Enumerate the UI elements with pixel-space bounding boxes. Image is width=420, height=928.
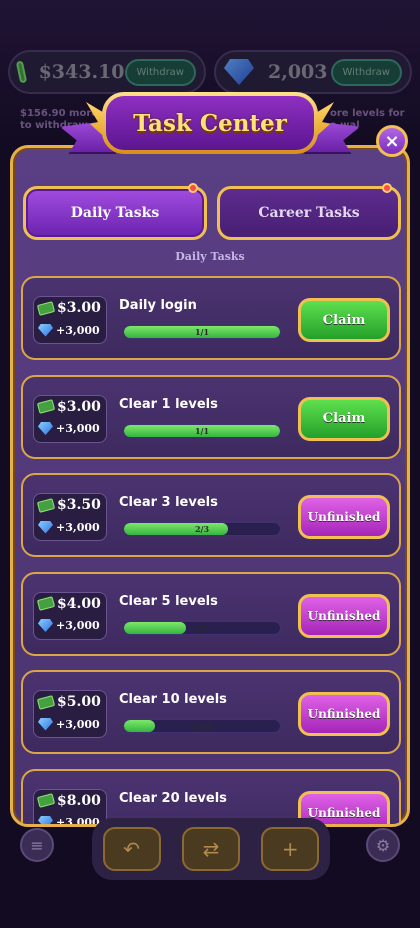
progress-bar: 2/5 (123, 620, 281, 635)
action-label: Unfinished (307, 707, 381, 721)
cash-icon (36, 497, 56, 513)
action-label: Unfinished (307, 805, 381, 820)
notification-dot (188, 183, 198, 193)
action-label: Unfinished (307, 608, 381, 623)
task-card: $3.00 +3,000 Daily login 1/1 Claim (21, 276, 401, 360)
gem-icon (38, 717, 53, 731)
gem-icon (38, 422, 53, 435)
gem-icon (38, 619, 53, 632)
progress-bar: 2/10 (123, 719, 281, 733)
tab-career-tasks[interactable]: Career Tasks (217, 183, 401, 240)
reward-gems: +3,000 (56, 619, 100, 632)
page-title: Task Center (133, 109, 287, 137)
action-label: Claim (322, 312, 366, 328)
section-label: Daily Tasks (175, 250, 245, 263)
banner-inner: Task Center (106, 96, 314, 150)
task-name: Clear 3 levels (119, 495, 218, 510)
tab-label: Daily Tasks (70, 205, 160, 221)
title-banner: Task Center (60, 88, 360, 168)
reward-box: $3.00 +3,000 (33, 296, 107, 344)
cash-icon (36, 793, 56, 808)
reward-cash: $5.00 (57, 694, 101, 710)
task-card: $3.00 +3,000 Clear 1 levels 1/1 Claim (21, 374, 401, 459)
progress-text: 2/5 (194, 622, 210, 633)
unfinished-button[interactable]: Unfinished (298, 692, 390, 736)
gem-withdraw-button: Withdraw (330, 58, 402, 86)
task-card: $3.50 +3,000 Clear 3 levels 2/3 Unfinished (21, 473, 401, 557)
shuffle-icon: ⇄ (181, 827, 240, 871)
reward-cash: $3.00 (57, 398, 101, 415)
reward-box: $3.00 +3,000 (33, 394, 107, 443)
gem-balance: 2,003 (268, 61, 328, 83)
cash-icon (36, 694, 56, 710)
cash-icon (36, 300, 56, 316)
menu-icon: ≡ (20, 828, 54, 862)
task-name: Clear 10 levels (119, 692, 227, 707)
tab-daily-tasks[interactable]: Daily Tasks (23, 183, 207, 240)
action-label: Unfinished (307, 510, 381, 524)
cash-icon (36, 399, 56, 414)
task-name: Daily login (119, 298, 197, 313)
tab-label: Career Tasks (258, 205, 360, 221)
unfinished-button[interactable]: Unfinished (298, 593, 390, 638)
progress-text: 1/1 (194, 425, 210, 436)
reward-box: $5.00 +3,000 (33, 690, 107, 738)
task-name: Clear 1 levels (119, 396, 218, 412)
unfinished-button[interactable]: Unfinished (298, 495, 390, 539)
gem-icon (38, 520, 53, 534)
gear-icon: ⚙ (366, 828, 400, 862)
action-label: Claim (322, 411, 366, 426)
reward-box: $4.00 +3,000 (33, 591, 107, 640)
progress-bar: 1/1 (123, 423, 281, 438)
cash-balance: $343.10 (38, 61, 125, 83)
reward-box: $3.50 +3,000 (33, 493, 107, 541)
reward-gems: +3,000 (56, 422, 100, 435)
task-card: $5.00 +3,000 Clear 10 levels 2/10 Unfinished (21, 670, 401, 754)
reward-cash: $3.50 (57, 497, 101, 513)
banner-frame: Task Center (102, 92, 318, 154)
bottom-toolbar: ≡ ↶ ⇄ + ⚙ (0, 818, 420, 928)
claim-button[interactable]: Claim (298, 298, 390, 342)
reward-cash: $4.00 (57, 595, 101, 612)
reward-gems: +3,000 (56, 323, 100, 337)
reward-gems: +3,000 (56, 520, 100, 534)
progress-bar: 1/1 (123, 325, 281, 339)
gem-icon (224, 59, 254, 85)
task-center-panel: Daily Tasks Career Tasks Daily Tasks $3.… (10, 145, 410, 827)
claim-button[interactable]: Claim (298, 396, 390, 441)
add-icon: + (261, 827, 320, 871)
reward-cash: $3.00 (57, 300, 101, 316)
notification-dot (382, 183, 392, 193)
reward-box: $8.00 +3,000 (33, 788, 107, 827)
booster-bar: ↶ ⇄ + (92, 818, 330, 880)
progress-text: 2/3 (194, 524, 210, 534)
progress-text: 1/1 (194, 327, 210, 337)
reward-gems: +3,000 (56, 717, 100, 731)
cash-icon (36, 596, 56, 611)
reward-gems: +3,000 (56, 816, 100, 827)
close-button[interactable]: × (376, 125, 408, 157)
close-icon: × (384, 130, 400, 152)
reward-cash: $8.00 (57, 792, 101, 809)
gem-icon (38, 816, 53, 824)
gem-icon (38, 323, 53, 337)
task-name: Clear 20 levels (119, 790, 227, 806)
cash-withdraw-button: Withdraw (124, 58, 196, 86)
cash-icon (15, 60, 27, 84)
progress-bar: 2/3 (123, 522, 281, 536)
task-name: Clear 5 levels (119, 593, 218, 609)
task-card: $4.00 +3,000 Clear 5 levels 2/5 Unfinished (21, 571, 401, 656)
progress-text: 2/10 (192, 721, 212, 731)
undo-icon: ↶ (102, 827, 161, 871)
